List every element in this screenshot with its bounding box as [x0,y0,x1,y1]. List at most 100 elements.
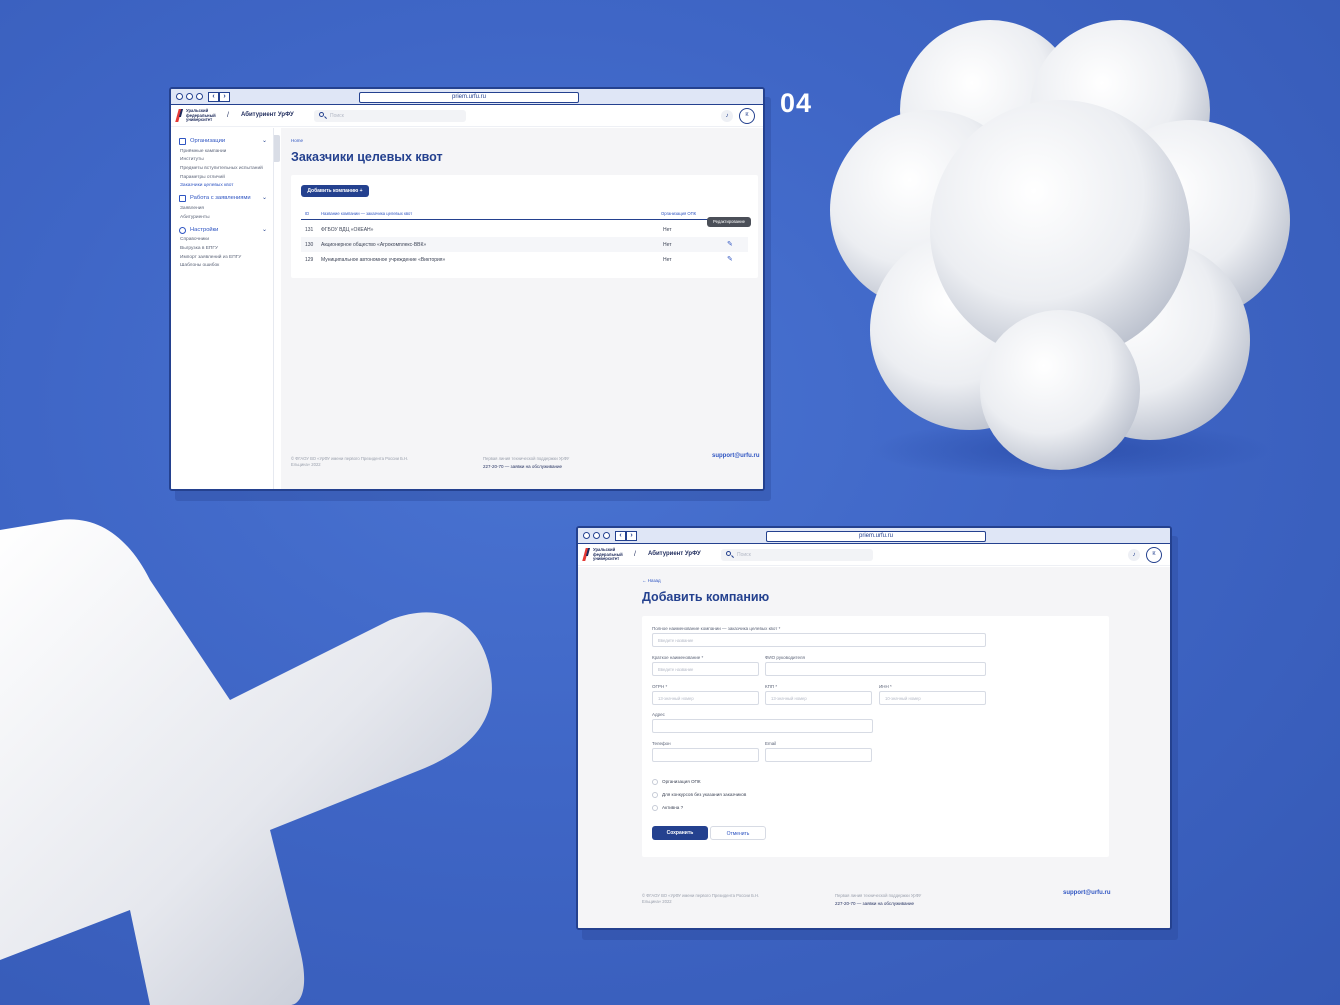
address-input[interactable] [652,719,873,733]
url-bar[interactable]: priem.urfu.ru [359,91,579,103]
add-company-label: Добавить компанию [307,188,359,194]
back-arrow-icon[interactable]: ‹ [615,531,626,541]
inn-placeholder: 10-значный номер [885,696,921,701]
sidebar-collapse-handle[interactable] [274,135,280,162]
edit-pencil-icon[interactable]: ✎ [727,241,734,248]
sidebar-item-directories[interactable]: Справочники [171,236,273,245]
avatar[interactable]: К [739,108,755,124]
address-label: Адрес [652,712,665,717]
sidebar-item-quota-customers[interactable]: Заказчики целевых квот [171,182,273,191]
sidebar-item-campaigns[interactable]: Приёмные кампании [171,147,273,156]
sidebar-item-distinctions[interactable]: Параметры отличий [171,173,273,182]
edit-pencil-icon[interactable]: ✎ [727,256,734,263]
sidebar-item-applicants[interactable]: Абитуриенты [171,213,273,222]
window-dot-icon [186,93,193,100]
university-logo[interactable]: Уральский федеральный университет [584,547,631,562]
logo-text: Уральский федеральный университет [593,547,623,562]
active-radio[interactable] [652,805,658,811]
sidebar-group-label: Настройки [190,226,219,233]
opk-radio[interactable] [652,779,658,785]
opk-radio-label: Организация ОПК [662,779,701,784]
page-title: Добавить компанию [642,590,770,604]
kpp-label: КПП * [765,684,778,689]
avatar[interactable]: К [1146,547,1162,563]
footer-phone[interactable]: 227-20-70 — заявки на обслуживание [835,901,914,906]
short-name-input[interactable]: Введите название [652,662,759,676]
sidebar-group-applications[interactable]: Работа с заявлениями ⌄ [171,193,273,204]
footer-email[interactable]: support@urfu.ru [712,453,760,459]
ogrn-input[interactable]: 13-значный номер [652,691,759,705]
email-input[interactable] [765,748,872,762]
gear-icon [179,226,186,234]
kpp-input[interactable]: 13-значный номер [765,691,872,705]
search-placeholder: Поиск [737,552,751,558]
full-name-input[interactable]: Введите название [652,633,986,647]
url-bar[interactable]: priem.urfu.ru [766,530,986,542]
column-header-opk[interactable]: Организация ОПК [661,211,696,216]
footer-copyright: © ФГАОУ ВО «УрФУ имени первого Президент… [291,456,409,467]
sidebar-group-organizations[interactable]: Организации ⌄ [171,136,273,147]
app-title: Абитуриент УрФУ [648,551,701,557]
cancel-button[interactable]: Отменить [710,826,766,840]
director-label: ФИО руководителя [765,655,805,660]
sidebar-group-settings[interactable]: Настройки ⌄ [171,225,273,236]
no-customer-radio[interactable] [652,792,658,798]
document-icon [179,195,186,203]
search-placeholder: Поиск [330,113,344,119]
table-row[interactable]: 130 Акционерное общество «Агрокомплекс-В… [301,237,748,252]
sidebar-item-export[interactable]: Выгрузка в ЕПГУ [171,245,273,254]
chevron-down-icon: ⌄ [261,195,267,202]
university-logo[interactable]: Уральский федеральный университет [177,108,224,123]
column-header-id[interactable]: ID [305,211,309,216]
sidebar-item-institutes[interactable]: Институты [171,156,273,165]
bell-icon[interactable]: ♪ [1128,549,1140,561]
cell-name: Акционерное общество «Агрокомплекс-ВВК» [321,242,427,248]
add-company-form: Полное наименование компании — заказчика… [642,616,1109,857]
footer-phone[interactable]: 227-20-70 — заявки на обслуживание [483,464,562,469]
director-input[interactable] [765,662,986,676]
inn-input[interactable]: 10-значный номер [879,691,986,705]
back-arrow-icon[interactable]: ‹ [208,92,219,102]
search-input[interactable]: Поиск [314,110,466,122]
cross-shape-decoration [0,519,492,1005]
window-dot-icon [176,93,183,100]
column-header-name[interactable]: Название компании — заказчика целевых кв… [321,211,412,216]
footer-email[interactable]: support@urfu.ru [1063,890,1111,896]
phone-label: Телефон [652,741,671,746]
edit-tooltip: Редактирование [707,217,751,227]
forward-arrow-icon[interactable]: › [219,92,230,102]
sidebar-item-statements[interactable]: Заявления [171,204,273,213]
sidebar-item-error-templates[interactable]: Шаблоны ошибок [171,262,273,271]
forward-arrow-icon[interactable]: › [626,531,637,541]
sidebar-item-subjects[interactable]: Предметы вступительных испытаний [171,164,273,173]
search-icon [726,551,731,556]
add-company-button[interactable]: Добавить компанию + [301,185,369,197]
browser-window-form: ‹ › priem.urfu.ru Уральский федеральный … [576,526,1172,930]
search-input[interactable]: Поиск [721,549,873,561]
browser-toolbar: ‹ › priem.urfu.ru [578,528,1170,544]
page-title: Заказчики целевых квот [291,150,443,164]
footer-support-label: Первая линия технической поддержки УрФУ [483,456,570,461]
chevron-down-icon: ⌄ [261,138,267,144]
step-number: 04 [780,88,813,118]
sidebar-item-import[interactable]: Импорт заявлений из ЕПГУ [171,253,273,262]
sidebar-group-label: Работа с заявлениями [190,195,251,202]
table-row[interactable]: 131 ФГБОУ ВДЦ «ОКЕАН» Нет [301,222,748,237]
bell-icon[interactable]: ♪ [721,110,733,122]
kpp-placeholder: 13-значный номер [771,696,807,701]
window-dot-icon [593,532,600,539]
full-name-placeholder: Введите название [658,638,694,643]
companies-table-card: Добавить компанию + ID Название компании… [291,175,758,278]
table-row[interactable]: 129 Муниципальное автономное учреждение … [301,252,748,267]
phone-input[interactable] [652,748,759,762]
breadcrumb[interactable]: Home [291,138,303,143]
back-link[interactable]: ← Назад [642,578,661,583]
header-divider: / [227,112,229,119]
main-content: ← Назад Добавить компанию Полное наимено… [578,567,1170,928]
chevron-down-icon: ⌄ [261,226,267,233]
cell-name: ФГБОУ ВДЦ «ОКЕАН» [321,227,374,233]
cell-opk: Нет [663,242,672,248]
cell-opk: Нет [663,227,672,233]
save-button[interactable]: Сохранить [652,826,708,840]
cell-id: 130 [305,242,314,248]
